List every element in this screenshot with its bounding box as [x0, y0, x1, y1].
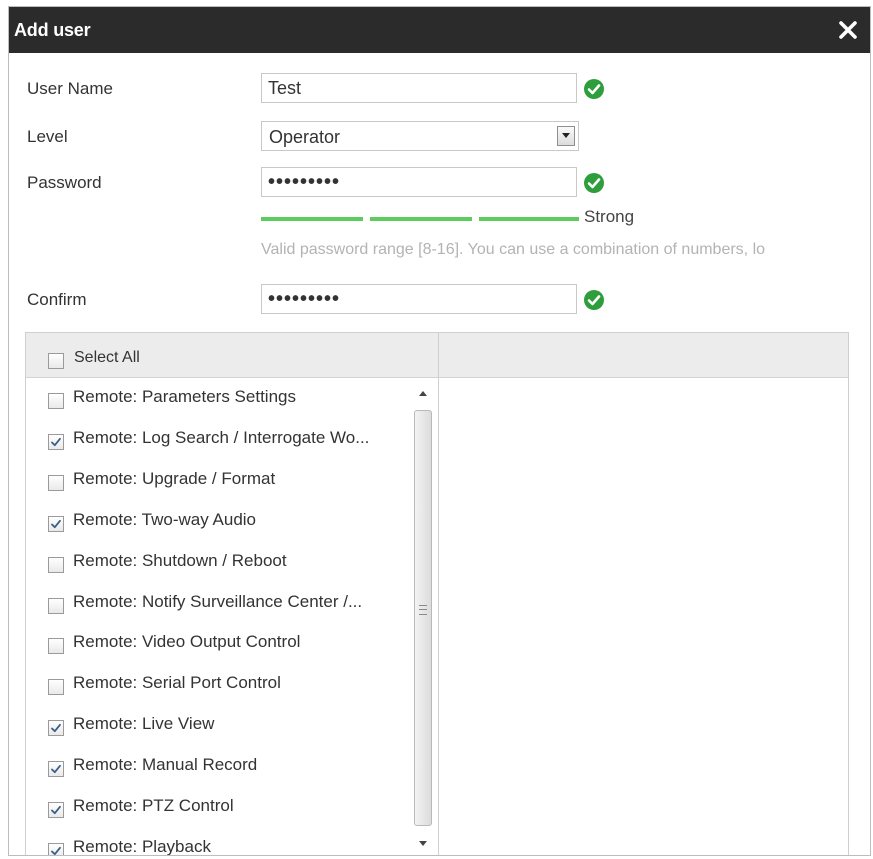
select-all-label: Select All: [74, 349, 140, 366]
strength-segment-1: [261, 217, 363, 221]
permission-list: Remote: Parameters Settings Remote: Log S…: [26, 378, 438, 856]
permission-row[interactable]: Remote: Log Search / Interrogate Wo...: [26, 426, 411, 456]
level-selected-value: Operator: [269, 127, 341, 147]
permission-checkbox[interactable]: [48, 679, 64, 696]
permission-row[interactable]: Remote: Serial Port Control: [26, 671, 411, 701]
chevron-down-icon: [562, 133, 570, 138]
checkmark-icon: [51, 846, 61, 855]
strength-segment-2: [370, 217, 472, 221]
permission-checkbox[interactable]: [48, 720, 64, 737]
checkmark-icon: [51, 764, 61, 774]
permission-checkbox[interactable]: [48, 597, 64, 614]
checkmark-icon: [51, 437, 61, 446]
permission-checkbox[interactable]: [48, 761, 64, 778]
arrow-down-icon: [419, 841, 427, 846]
permission-label: Remote: Serial Port Control: [73, 673, 281, 693]
dialog-titlebar: Add user: [9, 7, 870, 53]
grip-icon: [419, 605, 427, 615]
dialog-title: Add user: [14, 20, 91, 40]
add-user-dialog: Add user User Name Level Operator Passwo…: [8, 6, 871, 856]
permission-row[interactable]: Remote: PTZ Control: [26, 794, 411, 824]
permission-label: Remote: Log Search / Interrogate Wo...: [73, 427, 370, 447]
permission-checkbox[interactable]: [48, 515, 64, 532]
permission-row[interactable]: Remote: Shutdown / Reboot: [26, 549, 411, 579]
checkmark-icon: [51, 805, 61, 815]
check-circle-icon: [584, 290, 604, 310]
password-hint: Valid password range [8-16]. You can use…: [261, 241, 766, 258]
check-circle-icon: [584, 79, 604, 99]
permission-label: Remote: Playback: [73, 836, 211, 856]
permission-row[interactable]: Remote: Parameters Settings: [26, 385, 411, 415]
password-label: Password: [27, 173, 102, 192]
permission-label: Remote: Notify Surveillance Center /...: [73, 591, 363, 611]
permission-row[interactable]: Remote: Playback: [26, 835, 411, 856]
scroll-up-button[interactable]: [413, 384, 433, 402]
dropdown-arrow-button[interactable]: [557, 126, 575, 146]
strength-segment-3: [479, 217, 579, 221]
username-input[interactable]: [261, 73, 577, 103]
permission-row[interactable]: Remote: Live View: [26, 712, 411, 742]
permission-checkbox[interactable]: [48, 474, 64, 491]
permission-checkbox[interactable]: [48, 842, 64, 855]
permission-checkbox[interactable]: [48, 802, 64, 818]
permission-checkbox[interactable]: [48, 433, 64, 450]
level-label: Level: [27, 127, 68, 146]
scroll-down-button[interactable]: [413, 834, 433, 852]
column-divider: [438, 333, 439, 855]
permission-row[interactable]: Remote: Upgrade / Format: [26, 467, 411, 497]
select-all-checkbox[interactable]: [48, 353, 64, 369]
permission-label: Remote: Shutdown / Reboot: [73, 550, 287, 570]
permission-list-scrollbar[interactable]: [413, 380, 433, 855]
confirm-password-input[interactable]: [261, 284, 577, 314]
permission-label: Remote: Parameters Settings: [73, 387, 296, 406]
close-icon: [839, 21, 857, 39]
permission-row[interactable]: Remote: Two-way Audio: [26, 508, 411, 538]
checkmark-icon: [51, 519, 61, 528]
password-input[interactable]: [261, 167, 577, 197]
permission-label: Remote: PTZ Control: [73, 796, 234, 815]
permission-row[interactable]: Remote: Notify Surveillance Center /...: [26, 590, 411, 620]
check-circle-icon: [584, 173, 604, 193]
checkmark-icon: [51, 724, 61, 733]
permission-checkbox[interactable]: [48, 556, 64, 573]
permission-label: Remote: Two-way Audio: [73, 509, 256, 529]
level-select[interactable]: Operator: [261, 121, 579, 151]
permission-checkbox[interactable]: [48, 638, 64, 655]
scroll-thumb[interactable]: [414, 410, 432, 826]
permissions-panel: Select All Remote: Parameters Settings Re…: [25, 332, 849, 856]
strength-label: Strong: [584, 207, 635, 226]
permission-label: Remote: Live View: [73, 714, 215, 734]
arrow-up-icon: [419, 391, 427, 396]
permission-checkbox[interactable]: [48, 393, 64, 409]
permission-label: Remote: Upgrade / Format: [73, 468, 276, 488]
confirm-label: Confirm: [27, 290, 87, 309]
permission-label: Remote: Video Output Control: [73, 632, 301, 652]
permission-row[interactable]: Remote: Manual Record: [26, 753, 411, 783]
permission-row[interactable]: Remote: Video Output Control: [26, 630, 411, 660]
permissions-header: Select All: [26, 333, 848, 378]
permission-label: Remote: Manual Record: [73, 755, 258, 775]
username-label: User Name: [27, 79, 113, 98]
close-button[interactable]: [834, 14, 862, 46]
